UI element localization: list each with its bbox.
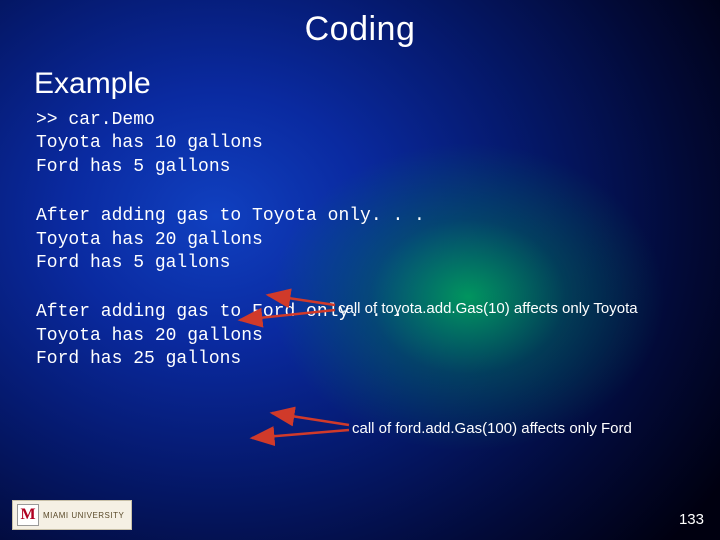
arrow-to-toyota-line-2: [272, 413, 349, 425]
logo-text: MIAMI UNIVERSITY: [43, 511, 124, 520]
arrow-to-ford-line-2: [252, 430, 349, 438]
slide-title: Coding: [0, 0, 720, 49]
annotation-ford: call of ford.add.Gas(100) affects only F…: [352, 420, 632, 437]
slide-subtitle: Example: [0, 49, 720, 101]
page-number: 133: [679, 511, 704, 528]
code-output-initial: >> car.Demo Toyota has 10 gallons Ford h…: [0, 109, 720, 179]
university-logo: M MIAMI UNIVERSITY: [12, 500, 132, 530]
code-output-after-toyota: After adding gas to Toyota only. . . Toy…: [0, 205, 720, 275]
logo-letter-icon: M: [17, 504, 39, 526]
annotation-toyota: call of toyota.add.Gas(10) affects only …: [338, 300, 638, 317]
